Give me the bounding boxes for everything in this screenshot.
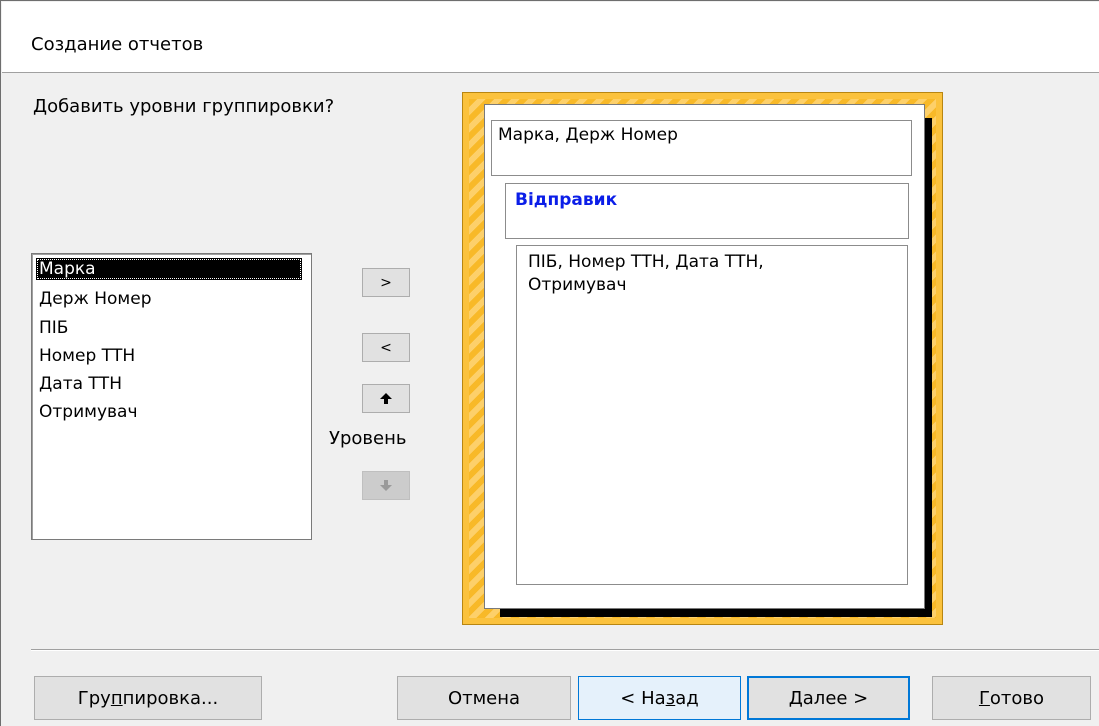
preview-top-group-label: Марка, Держ Номер: [498, 125, 678, 145]
level-label: Уровень: [329, 428, 407, 449]
next-label: Далее >: [789, 688, 869, 709]
preview-group-title: Відправик: [515, 190, 618, 210]
footer-separator: [31, 649, 1099, 651]
cancel-label: Отмена: [447, 687, 521, 709]
available-fields-list[interactable]: Марка Держ Номер ПІБ Номер ТТН Дата ТТН …: [31, 253, 312, 540]
label-part: алее >: [802, 687, 869, 709]
report-wizard-window: Создание отчетов Добавить уровни группир…: [0, 0, 1099, 726]
level-up-button[interactable]: [362, 384, 410, 413]
preview-top-group: Марка, Держ Номер: [491, 120, 912, 176]
label-part: Гру: [77, 687, 111, 709]
label-mnemonic: Д: [788, 687, 803, 709]
preview-detail-line: Отримувач: [528, 275, 627, 295]
label-mnemonic: Г: [978, 687, 990, 709]
finish-label: Готово: [979, 688, 1044, 709]
list-item[interactable]: ПІБ: [36, 317, 71, 339]
back-label: < Назад: [620, 688, 698, 709]
arrow-up-icon: [380, 393, 392, 404]
finish-button[interactable]: Готово: [932, 676, 1091, 720]
remove-group-button[interactable]: <: [362, 333, 410, 362]
wizard-header: Создание отчетов: [2, 2, 1099, 73]
back-button[interactable]: < Назад: [578, 676, 741, 720]
arrow-down-icon: [380, 480, 392, 491]
preview-detail-line: ПІБ, Номер ТТН, Дата ТТН,: [528, 252, 764, 272]
window-title: Создание отчетов: [31, 34, 204, 55]
preview-group-header: Відправик: [505, 183, 909, 239]
cancel-button[interactable]: Отмена: [397, 676, 571, 720]
label-part: < На: [620, 687, 666, 709]
list-item[interactable]: Держ Номер: [36, 288, 155, 310]
level-down-button[interactable]: [362, 471, 410, 500]
list-item[interactable]: Отримувач: [36, 401, 141, 423]
label-mnemonic: з: [665, 687, 676, 709]
grouping-options-label: Группировка...: [78, 688, 218, 709]
label-part: отово: [989, 687, 1045, 709]
list-item[interactable]: Дата ТТН: [36, 373, 125, 395]
list-item[interactable]: Марка: [36, 258, 302, 280]
remove-group-label: <: [380, 339, 392, 356]
label-part: ад: [675, 687, 699, 709]
label-part: пировка...: [122, 687, 219, 709]
preview-page: Марка, Держ Номер Відправик ПІБ, Номер Т…: [484, 104, 925, 609]
label-mnemonic: п: [110, 687, 123, 709]
add-group-button[interactable]: >: [362, 268, 410, 297]
next-button[interactable]: Далее >: [747, 676, 910, 720]
grouping-question: Добавить уровни группировки?: [33, 96, 335, 117]
grouping-options-button[interactable]: Группировка...: [34, 676, 262, 720]
list-item[interactable]: Номер ТТН: [36, 345, 138, 367]
preview-detail-section: ПІБ, Номер ТТН, Дата ТТН, Отримувач: [516, 245, 908, 585]
add-group-label: >: [380, 274, 392, 291]
